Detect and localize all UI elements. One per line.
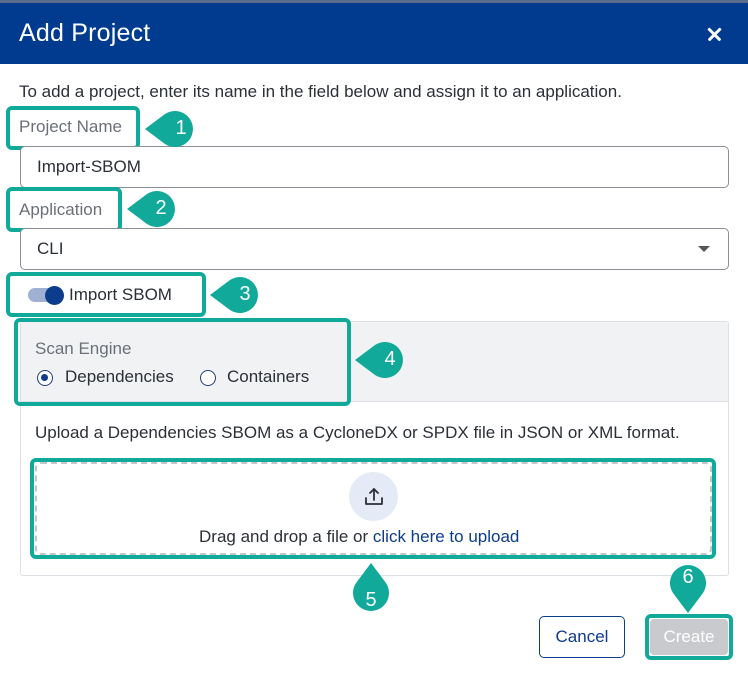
intro-text: To add a project, enter its name in the …	[19, 82, 622, 101]
upload-instructions: Upload a Dependencies SBOM as a CycloneD…	[35, 423, 680, 442]
callout-label-2: 2	[155, 197, 167, 219]
application-select[interactable]: CLI	[20, 228, 729, 270]
highlight-box-6	[645, 614, 733, 660]
highlight-box-3	[6, 272, 206, 317]
highlight-box-4	[14, 318, 351, 406]
add-project-dialog: Add Project To add a project, enter its …	[0, 0, 748, 676]
close-icon[interactable]	[694, 14, 734, 54]
callout-label-6: 6	[682, 566, 694, 588]
project-name-value: Import-SBOM	[37, 157, 141, 176]
highlight-box-2	[6, 187, 122, 232]
callout-label-1: 1	[175, 117, 187, 139]
callout-label-4: 4	[384, 348, 396, 370]
chevron-down-icon	[698, 246, 710, 252]
cancel-button[interactable]: Cancel	[539, 616, 625, 658]
project-name-input[interactable]: Import-SBOM	[20, 146, 729, 188]
highlight-box-1	[6, 106, 140, 150]
highlight-box-5	[30, 458, 716, 559]
dialog-title: Add Project	[19, 19, 151, 47]
application-value: CLI	[37, 239, 64, 258]
callout-label-5: 5	[365, 589, 377, 611]
callout-label-3: 3	[239, 283, 251, 305]
dialog-header: Add Project	[0, 0, 748, 64]
